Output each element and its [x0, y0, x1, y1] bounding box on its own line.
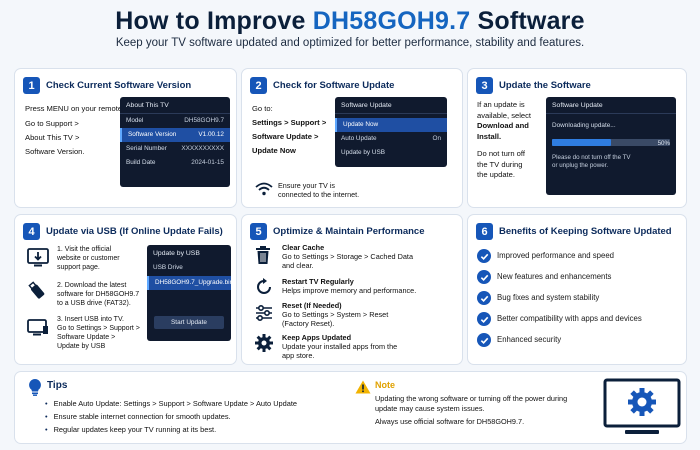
- info-row: Serial Number XXXXXXXXXX: [126, 145, 224, 152]
- step-1-card: 1 Check Current Software Version Press ME…: [14, 68, 237, 208]
- progress-bar: [552, 139, 670, 146]
- benefit-item: Improved performance and speed: [497, 251, 615, 260]
- step-6-card: 6 Benefits of Keeping Software Updated Im…: [467, 214, 687, 365]
- step-5-card: 5 Optimize & Maintain Performance Clear C…: [241, 214, 463, 365]
- usb-step-3: 3. Insert USB into TV. Go to Settings > S…: [57, 316, 140, 350]
- menu-item-update-by-usb[interactable]: Update by USB: [335, 146, 447, 160]
- usb-step-1: 1. Visit the official website or customer…: [57, 246, 120, 271]
- tips-note-panel: Tips Enable Auto Update: Settings > Supp…: [14, 371, 687, 444]
- tip-item: Regular updates keep your TV running at …: [45, 423, 297, 436]
- step-title: Update via USB (If Online Update Fails): [46, 226, 223, 237]
- model-name: DH58GOH9.7: [312, 7, 471, 35]
- usb-update-screen: Update by USB USB Drive DH58GOH9.7_Upgra…: [147, 245, 233, 341]
- note-title: Note: [375, 380, 395, 390]
- step-title: Benefits of Keeping Software Updated: [499, 226, 672, 237]
- step-title: Update the Software: [499, 80, 591, 91]
- power-warning: Please do not turn off the TV or unplug …: [552, 154, 631, 169]
- download-progress-screen: Software Update Downloading update... 50…: [546, 97, 676, 195]
- usb-step-2: 2. Download the latest software for DH58G…: [57, 282, 140, 307]
- menu-item-update-now[interactable]: Update Now: [335, 118, 447, 132]
- lightbulb-icon: [27, 378, 43, 396]
- tip-keep-apps-updated: Keep Apps Updated Update your installed …: [282, 333, 398, 360]
- tip-item: Ensure stable internet connection for sm…: [45, 410, 297, 423]
- step-3-card: 3 Update the Software If an update is ava…: [467, 68, 687, 208]
- about-tv-screen: About This TV Model DH58GOH9.7 Software V…: [120, 97, 230, 187]
- menu-item-auto-update[interactable]: Auto Update On: [335, 132, 447, 146]
- check-circle-icon: [477, 291, 491, 305]
- download-monitor-icon: [27, 247, 49, 269]
- benefit-item: New features and enhancements: [497, 272, 612, 281]
- step-4-card: 4 Update via USB (If Online Update Fails)…: [14, 214, 237, 365]
- note-text: Updating the wrong software or turning o…: [375, 394, 568, 426]
- page-title: How to Improve DH58GOH9.7 Software: [115, 7, 585, 35]
- benefit-item: Bug fixes and system stability: [497, 293, 600, 302]
- step-number: 4: [23, 223, 40, 240]
- wifi-note: Ensure your TV is connected to the inter…: [278, 181, 360, 199]
- benefit-item: Enhanced security: [497, 335, 562, 344]
- check-circle-icon: [477, 312, 491, 326]
- software-update-screen: Software Update Update Now Auto Update On…: [335, 97, 447, 167]
- step-1-instructions: Press MENU on your remote. Go to Support…: [25, 104, 125, 156]
- restart-icon: [254, 277, 274, 297]
- tips-list: Enable Auto Update: Settings > Support >…: [45, 397, 297, 436]
- info-row-selected: Software Version V1.00.12: [120, 128, 230, 142]
- tip-reset: Reset (If Needed) Go to Settings > Syste…: [282, 301, 389, 328]
- page-header: How to Improve DH58GOH9.7 Software Keep …: [0, 6, 700, 49]
- step-number: 6: [476, 223, 493, 240]
- tip-restart: Restart TV Regularly Helps improve memor…: [282, 277, 417, 295]
- tips-title: Tips: [47, 380, 68, 391]
- progress-percent: 50%: [657, 140, 670, 147]
- check-circle-icon: [477, 333, 491, 347]
- tip-item: Enable Auto Update: Settings > Support >…: [45, 397, 297, 410]
- sliders-icon: [254, 303, 274, 323]
- step-title: Check Current Software Version: [46, 80, 192, 91]
- step-number: 2: [250, 77, 267, 94]
- check-circle-icon: [477, 249, 491, 263]
- step-number: 3: [476, 77, 493, 94]
- step-title: Optimize & Maintain Performance: [273, 226, 425, 237]
- usb-file-item[interactable]: DH58GOH9.7_Upgrade.bin: [147, 276, 233, 290]
- trash-icon: [254, 245, 272, 265]
- step-3-instructions: If an update is available, select Downlo…: [477, 100, 532, 179]
- info-row: Build Date 2024-01-15: [126, 159, 224, 166]
- start-update-button[interactable]: Start Update: [154, 316, 224, 329]
- wifi-icon: [254, 181, 274, 197]
- step-2-card: 2 Check for Software Update Go to: Settin…: [241, 68, 463, 208]
- benefit-item: Better compatibility with apps and devic…: [497, 314, 642, 323]
- check-circle-icon: [477, 270, 491, 284]
- usb-drive-icon: [27, 281, 49, 303]
- gear-icon: [254, 333, 274, 353]
- step-title: Check for Software Update: [273, 80, 395, 91]
- step-number: 1: [23, 77, 40, 94]
- tv-usb-icon: [27, 317, 49, 339]
- step-2-instructions: Go to: Settings > Support > Software Upd…: [252, 104, 327, 155]
- tip-clear-cache: Clear Cache Go to Settings > Storage > C…: [282, 243, 414, 270]
- warning-icon: [355, 380, 371, 394]
- info-row: Model DH58GOH9.7: [126, 117, 224, 124]
- page-subtitle: Keep your TV software updated and optimi…: [115, 37, 585, 49]
- step-number: 5: [250, 223, 267, 240]
- tv-settings-icon: [603, 378, 681, 438]
